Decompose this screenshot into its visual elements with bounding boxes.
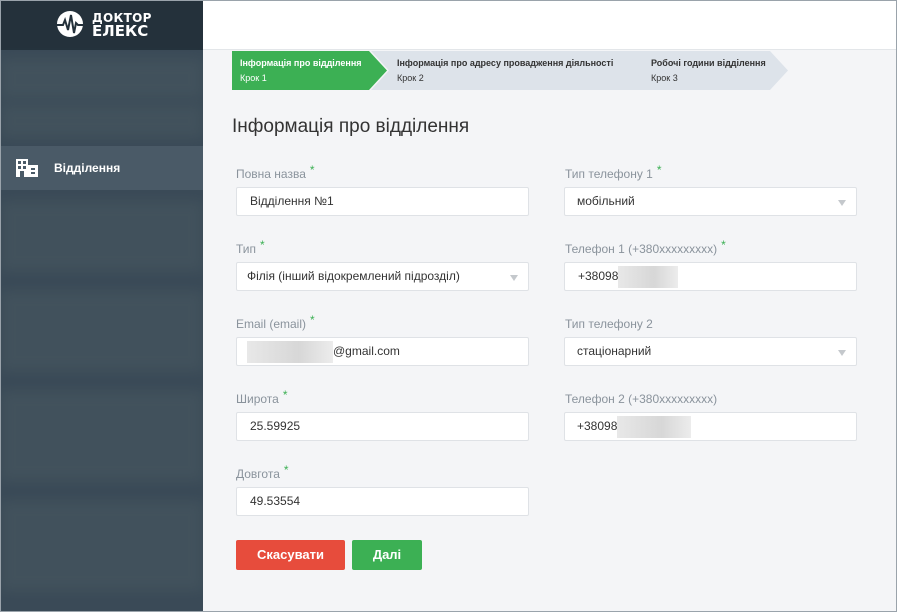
phone1-label: Телефон 1 (+380xxxxxxxxx) * — [565, 238, 726, 256]
type-value: Філія (інший відокремлений підрозділ) — [247, 269, 460, 283]
blurred-menu-area — [1, 104, 203, 138]
step-2-subtitle: Крок 2 — [397, 73, 424, 83]
type-label: Тип * — [236, 238, 265, 256]
cancel-button[interactable]: Скасувати — [236, 540, 345, 570]
required-marker: * — [309, 163, 315, 177]
phone2-label: Телефон 2 (+380xxxxxxxxx) — [565, 392, 717, 406]
logo-bar: ДОКТОР ЕЛЕКС — [1, 1, 203, 50]
phone2-type-value: стаціонарний — [577, 344, 652, 358]
phone1-type-label: Тип телефону 1 * — [565, 163, 662, 181]
step-2[interactable]: Інформація про адресу провадження діяльн… — [371, 51, 647, 90]
phone1-type-value: мобільний — [577, 194, 635, 208]
step-3-shape — [625, 51, 788, 90]
top-bar — [203, 1, 896, 50]
longitude-value: 49.53554 — [250, 494, 301, 508]
phone1-type-select[interactable]: мобільний — [564, 187, 857, 216]
phone2-type-select[interactable]: стаціонарний — [564, 337, 857, 366]
step-1[interactable]: Інформація про відділення Крок 1 — [232, 51, 387, 90]
full-name-value: Відділення №1 — [250, 194, 334, 208]
blurred-menu-area — [1, 201, 203, 271]
full-name-label: Повна назва * — [236, 163, 315, 181]
phone1-label-text: Телефон 1 (+380xxxxxxxxx) — [565, 242, 718, 256]
chevron-down-icon — [510, 275, 518, 281]
next-button[interactable]: Далі — [352, 540, 422, 570]
brand-line-2: ЕЛЕКС — [92, 21, 149, 40]
longitude-input[interactable]: 49.53554 — [236, 487, 529, 516]
step-3-subtitle: Крок 3 — [651, 73, 678, 83]
step-2-title: Інформація про адресу провадження діяльн… — [397, 58, 614, 68]
step-1-shape — [232, 51, 387, 90]
required-marker: * — [310, 313, 315, 327]
blurred-menu-area — [1, 59, 203, 99]
latitude-value: 25.59925 — [250, 419, 301, 433]
step-1-title: Інформація про відділення — [240, 58, 362, 68]
email-input[interactable]: @gmail.com — [236, 337, 529, 366]
email-label-text: Email (email) — [236, 317, 307, 331]
redacted-text — [247, 340, 333, 363]
brand-logo[interactable]: ДОКТОР ЕЛЕКС — [55, 9, 152, 39]
sidebar: ДОКТОР ЕЛЕКС Відділення — [1, 1, 203, 611]
sidebar-item-branches[interactable]: Відділення — [1, 146, 203, 190]
redacted-text — [617, 415, 692, 438]
phone2-value: +38098 — [577, 419, 618, 433]
blurred-menu-area — [1, 391, 203, 481]
latitude-input[interactable]: 25.59925 — [236, 412, 529, 441]
phone1-input[interactable]: +38098 — [564, 262, 857, 291]
latitude-label: Широта * — [236, 388, 288, 406]
chevron-down-icon — [838, 350, 846, 356]
chevron-down-icon — [838, 200, 846, 206]
type-label-text: Тип — [236, 242, 257, 256]
redacted-text — [618, 265, 679, 288]
phone1-type-label-text: Тип телефону 1 — [565, 167, 653, 181]
required-marker: * — [260, 238, 265, 252]
step-3-title: Робочі години відділення — [651, 58, 766, 68]
longitude-label-text: Довгота — [236, 467, 280, 481]
main-content: Інформація про відділення Крок 1 Інформа… — [203, 50, 896, 611]
wizard-stepper: Інформація про відділення Крок 1 Інформа… — [232, 51, 792, 90]
phone2-type-label: Тип телефону 2 — [565, 317, 653, 331]
brand-name: ДОКТОР ЕЛЕКС — [92, 12, 152, 40]
step-2-shape — [371, 51, 647, 90]
step-3[interactable]: Робочі години відділення Крок 3 — [625, 51, 788, 90]
required-marker: * — [721, 238, 726, 252]
longitude-label: Довгота * — [236, 463, 289, 481]
building-icon — [16, 159, 38, 177]
email-label: Email (email) * — [236, 313, 315, 331]
required-marker: * — [283, 463, 289, 477]
phone2-type-label-text: Тип телефону 2 — [565, 317, 653, 331]
phone2-input[interactable]: +38098 — [564, 412, 857, 441]
sidebar-item-label: Відділення — [54, 161, 121, 175]
full-name-input[interactable]: Відділення №1 — [236, 187, 529, 216]
phone1-value: +38098 — [578, 269, 619, 283]
page-title: Інформація про відділення — [232, 116, 470, 137]
full-name-label-text: Повна назва — [236, 167, 306, 181]
required-marker: * — [282, 388, 288, 402]
app-window: ДОКТОР ЕЛЕКС Відділення Інформація про в… — [0, 0, 897, 612]
type-select[interactable]: Філія (інший відокремлений підрозділ) — [236, 262, 529, 291]
blurred-menu-area — [1, 501, 203, 591]
blurred-menu-area — [1, 291, 203, 371]
phone2-label-text: Телефон 2 (+380xxxxxxxxx) — [565, 392, 718, 406]
required-marker: * — [656, 163, 662, 177]
latitude-label-text: Широта — [236, 392, 279, 406]
heartbeat-logo-icon — [56, 11, 88, 37]
email-value: @gmail.com — [333, 344, 400, 358]
step-1-subtitle: Крок 1 — [240, 73, 267, 83]
